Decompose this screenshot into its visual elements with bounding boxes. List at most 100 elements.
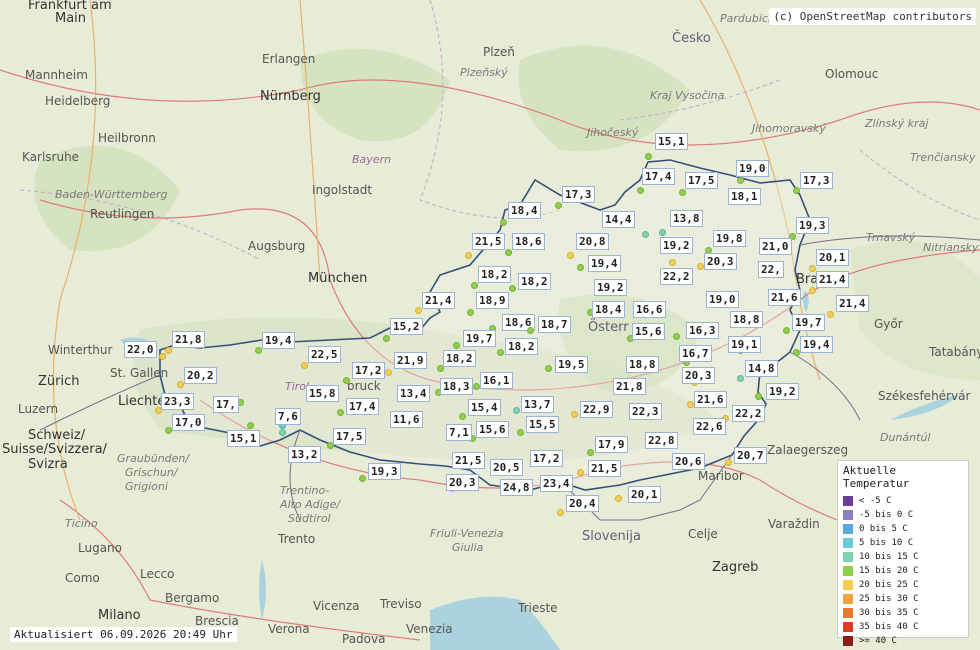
temperature-label[interactable]: 16,3 — [686, 322, 719, 339]
station-marker[interactable] — [165, 427, 172, 434]
station-marker[interactable] — [337, 409, 344, 416]
temperature-label[interactable]: 17, — [213, 396, 239, 413]
temperature-label[interactable]: 13,7 — [521, 396, 554, 413]
temperature-label[interactable]: 11,6 — [390, 411, 423, 428]
temperature-label[interactable]: 19,3 — [796, 217, 829, 234]
station-marker[interactable] — [679, 189, 686, 196]
temperature-label[interactable]: 21,4 — [422, 292, 455, 309]
temperature-label[interactable]: 18,6 — [512, 233, 545, 250]
temperature-label[interactable]: 13,4 — [397, 385, 430, 402]
temperature-label[interactable]: 16,7 — [679, 345, 712, 362]
station-marker[interactable] — [577, 469, 584, 476]
station-marker[interactable] — [687, 401, 694, 408]
temperature-label[interactable]: 18,4 — [592, 301, 625, 318]
temperature-label[interactable]: 16,1 — [480, 372, 513, 389]
temperature-label[interactable]: 18,8 — [730, 311, 763, 328]
temperature-label[interactable]: 20,1 — [628, 486, 661, 503]
temperature-label[interactable]: 13,2 — [288, 446, 321, 463]
temperature-label[interactable]: 18,1 — [728, 188, 761, 205]
temperature-label[interactable]: 24,8 — [500, 479, 533, 496]
temperature-label[interactable]: 20,6 — [672, 453, 705, 470]
station-marker[interactable] — [637, 187, 644, 194]
station-marker[interactable] — [509, 285, 516, 292]
temperature-label[interactable]: 17,5 — [685, 172, 718, 189]
temperature-label[interactable]: 21,4 — [836, 295, 869, 312]
temperature-label[interactable]: 19,4 — [800, 336, 833, 353]
station-marker[interactable] — [517, 429, 524, 436]
temperature-label[interactable]: 19,7 — [792, 314, 825, 331]
temperature-label[interactable]: 20,1 — [816, 249, 849, 266]
temperature-label[interactable]: 19,2 — [766, 383, 799, 400]
temperature-label[interactable]: 21,5 — [472, 233, 505, 250]
temperature-label[interactable]: 19,7 — [463, 330, 496, 347]
station-marker[interactable] — [279, 429, 286, 436]
station-marker[interactable] — [642, 231, 649, 238]
station-marker[interactable] — [527, 327, 534, 334]
station-marker[interactable] — [697, 263, 704, 270]
temperature-label[interactable]: 19,0 — [736, 160, 769, 177]
station-marker[interactable] — [453, 342, 460, 349]
temperature-label[interactable]: 18,9 — [476, 292, 509, 309]
temperature-label[interactable]: 18,2 — [478, 266, 511, 283]
temperature-label[interactable]: 16,6 — [633, 301, 666, 318]
temperature-label[interactable]: 17,5 — [333, 428, 366, 445]
temperature-label[interactable]: 20,5 — [490, 459, 523, 476]
temperature-label[interactable]: 18,2 — [443, 350, 476, 367]
temperature-label[interactable]: 7,6 — [275, 408, 301, 425]
temperature-label[interactable]: 21,4 — [816, 271, 849, 288]
station-marker[interactable] — [571, 411, 578, 418]
temperature-label[interactable]: 15,6 — [632, 323, 665, 340]
station-marker[interactable] — [500, 219, 507, 226]
temperature-label[interactable]: 19,4 — [262, 332, 295, 349]
temperature-label[interactable]: 20,3 — [446, 474, 479, 491]
temperature-label[interactable]: 19,2 — [594, 279, 627, 296]
station-marker[interactable] — [359, 475, 366, 482]
station-marker[interactable] — [247, 422, 254, 429]
temperature-label[interactable]: 15,6 — [476, 421, 509, 438]
temperature-label[interactable]: 23,3 — [161, 393, 194, 410]
station-marker[interactable] — [725, 459, 732, 466]
station-marker[interactable] — [255, 347, 262, 354]
temperature-label[interactable]: 18,7 — [538, 316, 571, 333]
temperature-label[interactable]: 13,8 — [670, 210, 703, 227]
temperature-label[interactable]: 15,4 — [468, 399, 501, 416]
station-marker[interactable] — [343, 377, 350, 384]
station-marker[interactable] — [165, 347, 172, 354]
station-marker[interactable] — [615, 495, 622, 502]
temperature-label[interactable]: 22,9 — [580, 401, 613, 418]
temperature-label[interactable]: 7,1 — [446, 424, 472, 441]
station-marker[interactable] — [755, 393, 762, 400]
temperature-label[interactable]: 22,0 — [124, 341, 157, 358]
temperature-label[interactable]: 22,5 — [308, 346, 341, 363]
station-marker[interactable] — [545, 365, 552, 372]
station-marker[interactable] — [385, 369, 392, 376]
temperature-label[interactable]: 17,0 — [172, 414, 205, 431]
temperature-label[interactable]: 19,4 — [588, 255, 621, 272]
station-marker[interactable] — [783, 327, 790, 334]
station-marker[interactable] — [669, 259, 676, 266]
temperature-label[interactable]: 17,9 — [595, 436, 628, 453]
station-marker[interactable] — [659, 229, 666, 236]
temperature-label[interactable]: 15,2 — [390, 318, 423, 335]
temperature-label[interactable]: 17,3 — [800, 172, 833, 189]
temperature-label[interactable]: 22,6 — [693, 418, 726, 435]
station-marker[interactable] — [793, 349, 800, 356]
station-marker[interactable] — [301, 362, 308, 369]
temperature-label[interactable]: 20,2 — [184, 367, 217, 384]
station-marker[interactable] — [159, 353, 166, 360]
temperature-label[interactable]: 14,8 — [745, 360, 778, 377]
temperature-label[interactable]: 20,4 — [566, 495, 599, 512]
station-marker[interactable] — [557, 509, 564, 516]
station-marker[interactable] — [471, 282, 478, 289]
temperature-label[interactable]: 18,2 — [518, 273, 551, 290]
temperature-label[interactable]: 18,2 — [505, 338, 538, 355]
station-marker[interactable] — [505, 249, 512, 256]
temperature-label[interactable]: 19,2 — [660, 237, 693, 254]
station-marker[interactable] — [415, 307, 422, 314]
temperature-label[interactable]: 15,1 — [227, 430, 260, 447]
temperature-label[interactable]: 18,8 — [626, 356, 659, 373]
temperature-label[interactable]: 23,4 — [540, 475, 573, 492]
temperature-label[interactable]: 21,8 — [613, 378, 646, 395]
station-marker[interactable] — [737, 375, 744, 382]
station-marker[interactable] — [383, 335, 390, 342]
